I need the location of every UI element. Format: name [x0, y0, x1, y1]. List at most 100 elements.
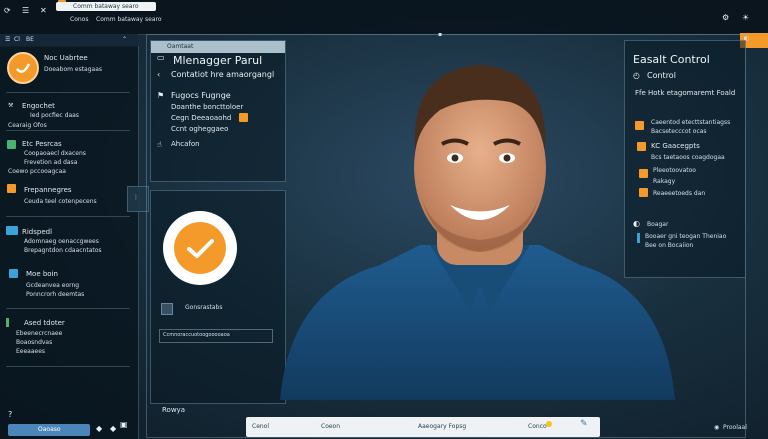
tool-icon: ⚒ [8, 102, 14, 109]
sidebar-item-line: Ebeenecrcnaee [16, 330, 63, 337]
secondary-left: Cl [14, 36, 20, 43]
sidebar-item-title: Frepannegres [24, 186, 72, 194]
status-panel: Gonsrastabs Ccmnoraccuotoogooooaoa [150, 190, 286, 404]
sidebar-item-title: Moe boin [26, 270, 58, 278]
warning-icon [239, 113, 248, 122]
footer-icon-1[interactable]: ◆ [96, 424, 102, 434]
manager-panel: Oamtaat ▭ Mlenagger Parul ‹ Contatiot hr… [150, 40, 286, 182]
row-sub: Rakagy [653, 178, 676, 185]
sidebar-item-etc-pesrcas[interactable]: Etc Pesrcas Coopaoaecl dxacens Frevetion… [0, 138, 138, 175]
extra-line: Bee on Bocaiion [645, 242, 694, 249]
footer-icon-2[interactable]: ◆ [110, 424, 116, 434]
sidebar-item-title: Engochet [22, 102, 55, 110]
top-marker: ▪ [438, 31, 443, 38]
row-title[interactable]: Caeentod etecttstantiagss [651, 119, 730, 127]
panel-line: Ccnt ogheggaeo [171, 125, 229, 133]
success-badge [163, 211, 237, 285]
close-icon[interactable]: ✕ [40, 6, 47, 16]
control-panel: Easalt Control ◴ Control Ffe Hotk etagom… [624, 40, 746, 278]
bulb-icon: ◐ [633, 219, 640, 228]
panel-tab-bar: Oamtaat [151, 41, 285, 53]
filter-icon: ⚑ [157, 91, 165, 100]
sidebar-item-line: Eeeaaees [16, 348, 46, 355]
ok-button[interactable]: Oaoaso [8, 424, 90, 436]
hand-icon: ☝ [157, 140, 162, 149]
toggle-icon[interactable]: ◉ [714, 424, 719, 432]
sidebar-item-line: Ponncrorh deemtas [26, 291, 85, 298]
control-subtitle: Control [647, 71, 676, 80]
sidebar-item-engochet[interactable]: ⚒ Engochet Ied pocfiec daas Cearaig Ofos [0, 100, 138, 130]
bottom-left-label: Rowya [162, 406, 185, 414]
control-icon: ◴ [633, 71, 640, 80]
search-input[interactable]: Comm bataway searo [56, 2, 156, 11]
row-title[interactable]: KC Gaacegpts [651, 142, 700, 151]
panel-line: Doanthe boncttoloer [171, 103, 244, 111]
row-icon [637, 142, 646, 151]
sidebar-item-line: Frevetion ad dasa [24, 159, 78, 166]
profile-title: Noc Uabrtee [44, 54, 88, 62]
brightness-icon[interactable]: ☀ [742, 13, 749, 23]
sidebar-item-ridspedl[interactable]: Ridspedl Adomnaeg oenaccgwees Brepagntdo… [0, 224, 138, 254]
extra-line: Booaer gni teogan Theniao [645, 233, 727, 240]
sidebar-item-line: Ied pocfiec daas [30, 112, 79, 119]
panel-subtitle: Contatiot hre amaorgangl [171, 70, 275, 79]
help-icon[interactable]: ? [8, 410, 12, 420]
sidebar-item-line: Gcdeanvea eorng [26, 282, 80, 289]
sidebar-item-line: Ceuda teel cotenpecens [24, 198, 97, 205]
panel-title: Mlenagger Parul [173, 54, 263, 67]
sidebar-item-line: Brepagntdon cdaacntatos [24, 247, 102, 254]
sidebar-item-line: Boaosndvas [16, 339, 53, 346]
search-prefix: Conos [70, 16, 89, 23]
row-icon [639, 188, 648, 197]
toolbar-item[interactable]: Conco [528, 423, 547, 430]
list-icon[interactable]: ☰ [22, 6, 29, 16]
status-dot-icon [546, 421, 552, 427]
toolbar-item[interactable]: Aaeogary Fopsg [418, 423, 466, 430]
tab-label[interactable]: Oamtaat [167, 43, 193, 50]
row-icon [635, 121, 644, 130]
sidebar-item-line: Coopaoaecl dxacens [24, 150, 86, 157]
profile-avatar[interactable] [7, 52, 39, 84]
sidebar-item-frepannegres[interactable]: Frepannegres Ceuda teel cotenpecens [0, 182, 138, 208]
control-section: Ffe Hotk etagomaremt Foald [635, 89, 736, 97]
settings-icon[interactable]: ⚙ [722, 13, 729, 23]
profile-subtitle: Doeabom estagaas [44, 66, 103, 73]
extra-title: Boagar [647, 221, 669, 228]
section-title: Fugocs Fugnge [171, 91, 231, 100]
row-title[interactable]: Pleeotoovatoo [653, 167, 696, 175]
option-checkbox[interactable] [161, 303, 173, 315]
box-icon [7, 184, 16, 193]
info-marker [637, 233, 640, 243]
text-field[interactable]: Ccmnoraccuotoogooooaoa [159, 329, 273, 343]
row-sub: Bcs taetaoos coagdogaa [651, 154, 725, 161]
bottom-right-label: Proolaal [723, 424, 747, 431]
row-title[interactable]: Reaeeetoeds dan [653, 190, 705, 198]
logo-icon: ⟳ [4, 6, 11, 15]
edit-icon[interactable]: ✎ [580, 419, 588, 429]
bottom-toolbar: Cenol Coeon Aaeogary Fopsg Conco ✎ [246, 417, 600, 437]
toolbar-item[interactable]: Coeon [321, 423, 340, 430]
panel-line: Cegn Deeaoaohd [171, 114, 232, 122]
secondary-right: BE [26, 36, 34, 43]
checkbox-label: Gonsrastabs [185, 304, 223, 311]
sidebar-item-ased-tdoter[interactable]: Ased tdoter Ebeenecrcnaee Boaosndvas Eee… [0, 316, 138, 356]
toolbar-item[interactable]: Cenol [252, 423, 269, 430]
chart-icon [6, 226, 18, 235]
control-title: Easalt Control [633, 53, 710, 66]
search-text: Comm bataway searo [96, 16, 162, 23]
sidebar-item-title: Ased tdoter [24, 319, 65, 327]
monitor-icon [9, 269, 18, 278]
check-icon [174, 222, 226, 274]
sidebar-item-title: Etc Pesrcas [22, 140, 62, 148]
sidebar-item-title: Ridspedl [22, 228, 53, 236]
panel-footer: Ahcafon [171, 140, 200, 148]
back-icon[interactable]: ‹ [157, 70, 160, 80]
menu-icon[interactable]: ☰ [5, 36, 10, 44]
window-icon: ▭ [157, 53, 165, 62]
collapse-icon[interactable]: ⌃ [122, 36, 127, 44]
row-sub: Bacsetecccot ocas [651, 128, 707, 135]
row-icon [639, 169, 648, 178]
sidebar-item-moe-boin[interactable]: Moe boin Gcdeanvea eorng Ponncrorh deemt… [0, 266, 138, 302]
marker-icon [6, 318, 9, 327]
expand-icon[interactable]: ▣ [120, 420, 128, 430]
